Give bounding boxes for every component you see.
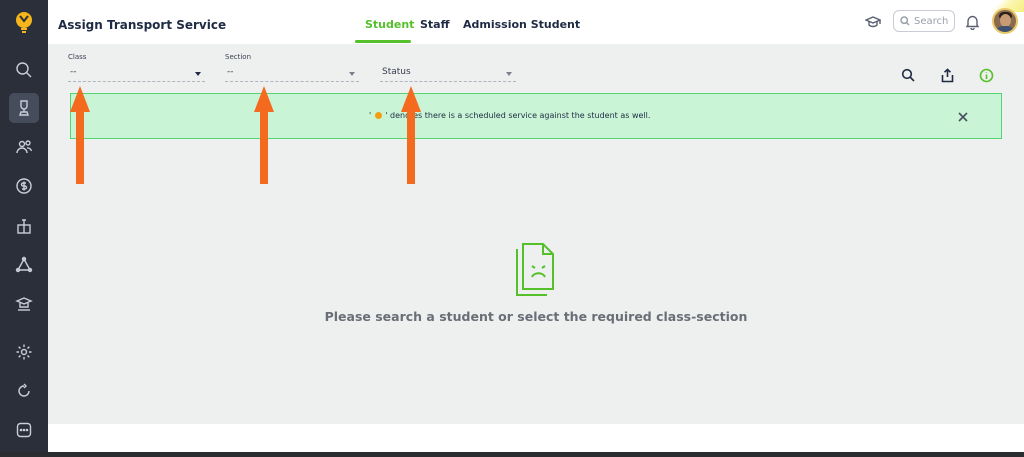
triangle-nodes-icon	[15, 256, 33, 273]
sidebar-item-finance[interactable]	[9, 171, 39, 201]
status-select-value: Status	[382, 67, 411, 77]
chevron-down-icon	[506, 72, 512, 76]
notice-close-button[interactable]	[957, 108, 971, 122]
bell-icon[interactable]	[963, 13, 981, 31]
chevron-down-icon	[349, 72, 355, 76]
sidebar-item-school[interactable]	[9, 289, 39, 319]
info-notice: ' ' denotes there is a scheduled service…	[70, 93, 1002, 139]
sidebar-item-network[interactable]	[9, 250, 39, 280]
search-button[interactable]	[899, 66, 917, 84]
search-input[interactable]: Search	[893, 10, 955, 32]
footer-bar	[0, 452, 1024, 457]
annotation-arrow-section	[254, 86, 274, 184]
empty-state-message: Please search a student or select the re…	[324, 309, 748, 324]
sidebar-item-search[interactable]	[9, 55, 39, 85]
annotation-arrow-class	[70, 86, 90, 184]
sidebar-item-gift[interactable]	[9, 211, 39, 241]
info-icon	[979, 68, 993, 82]
gift-icon	[17, 219, 31, 234]
page-title: Assign Transport Service	[58, 18, 227, 32]
graduation-cap-icon[interactable]	[864, 13, 882, 31]
section-label: Section	[225, 53, 252, 61]
class-label: Class	[68, 53, 87, 61]
class-select[interactable]: --	[68, 66, 205, 82]
tab-staff[interactable]: Staff	[420, 18, 450, 31]
search-icon	[900, 16, 910, 26]
school-icon	[15, 297, 33, 311]
dollar-icon	[16, 178, 32, 194]
tab-student[interactable]: Student	[365, 18, 414, 31]
sidebar-item-trophy[interactable]	[9, 93, 39, 123]
sidebar-item-refresh[interactable]	[9, 376, 39, 406]
users-icon	[16, 140, 33, 154]
trophy-icon	[19, 100, 29, 116]
search-icon	[901, 68, 915, 82]
settings-icon	[16, 344, 32, 360]
chevron-down-icon	[195, 72, 201, 76]
sad-document-icon	[512, 241, 558, 299]
scheduled-dot-icon	[374, 112, 382, 119]
sidebar-item-more[interactable]	[9, 415, 39, 445]
close-icon	[958, 112, 968, 122]
annotation-arrow-status	[401, 86, 421, 184]
app: Assign Transport Service Student Staff A…	[0, 0, 1024, 457]
more-icon	[16, 422, 32, 438]
sidebar	[0, 0, 48, 457]
avatar[interactable]	[992, 8, 1018, 34]
share-button[interactable]	[938, 66, 956, 84]
section-select-value: --	[227, 67, 234, 77]
app-logo[interactable]	[12, 8, 36, 38]
section-select[interactable]: --	[225, 66, 359, 82]
tab-admission-student[interactable]: Admission Student	[463, 18, 580, 31]
info-button[interactable]	[977, 66, 995, 84]
sidebar-item-users[interactable]	[9, 132, 39, 162]
search-icon	[16, 62, 32, 78]
main-content: Class -- Section -- Status ' ' denotes t…	[48, 44, 1024, 424]
search-placeholder: Search	[914, 15, 949, 27]
tab-active-indicator	[355, 40, 411, 43]
top-header: Assign Transport Service Student Staff A…	[48, 0, 1024, 44]
refresh-icon	[18, 383, 30, 397]
sidebar-item-settings[interactable]	[9, 337, 39, 367]
status-select[interactable]: Status	[380, 66, 516, 82]
share-icon	[941, 67, 953, 82]
class-select-value: --	[70, 67, 77, 77]
page-footer-area	[48, 424, 1024, 452]
